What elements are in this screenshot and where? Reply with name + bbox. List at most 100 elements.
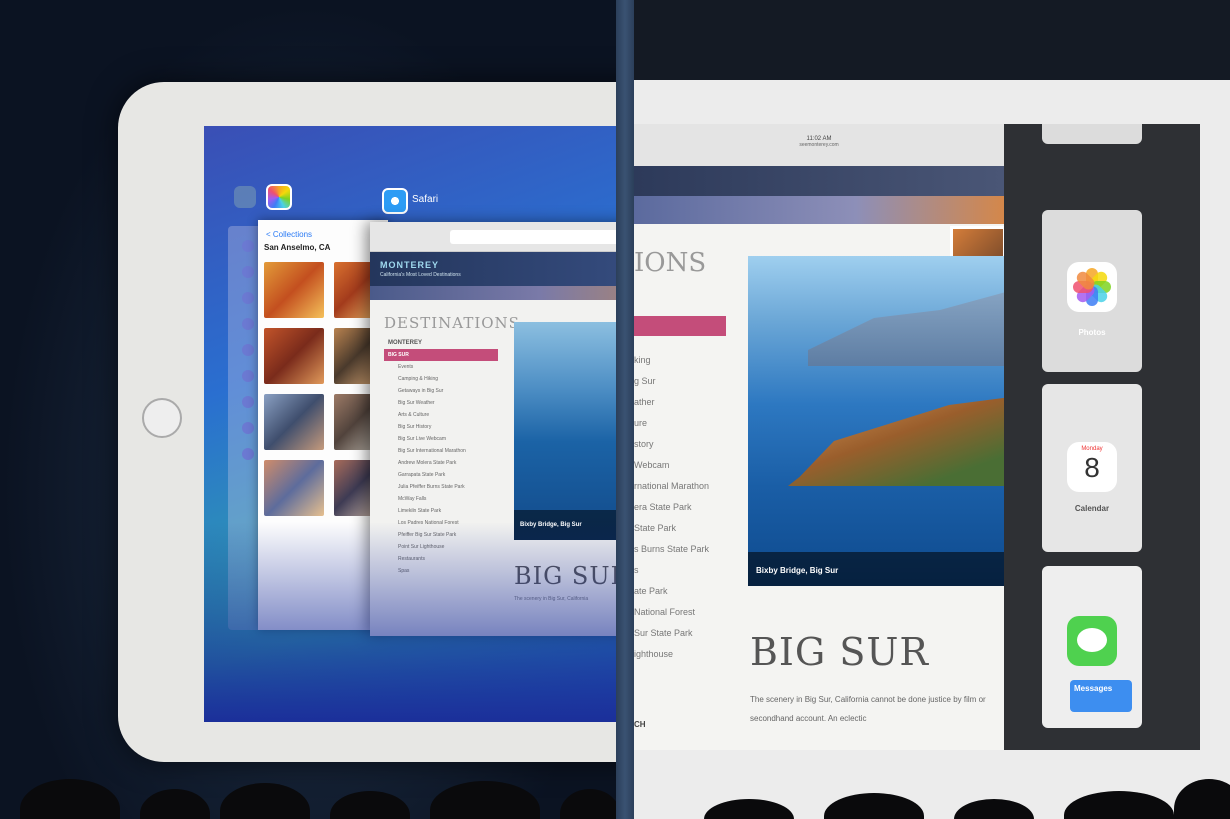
destinations-nav: DESTINATIONS MONTEREY BIG SUR Events Camp… xyxy=(384,314,519,577)
back-link[interactable]: < Collections xyxy=(258,220,388,243)
list-dot xyxy=(242,266,254,278)
speech-bubble-icon xyxy=(1077,628,1107,652)
audience-head xyxy=(1064,791,1174,819)
photos-icon[interactable] xyxy=(1067,262,1117,312)
safari-app-card[interactable]: MONTEREY California's Most Loved Destina… xyxy=(370,222,616,636)
safari-app-label: Safari xyxy=(412,194,439,205)
nav-item[interactable]: s xyxy=(634,560,709,581)
nav-item[interactable]: g Sur xyxy=(634,371,709,392)
app-label: Calendar xyxy=(1074,504,1110,513)
audience-head xyxy=(560,789,616,819)
nav-item[interactable]: ighthouse xyxy=(634,644,709,665)
nav-item[interactable]: rnational Marathon xyxy=(634,476,709,497)
nav-item[interactable]: Limekiln State Park xyxy=(384,505,498,517)
ipad-frame: 11:02 AM seemonterey.com IONS king g Sur a… xyxy=(634,80,1230,819)
hero-photo: Bixby Bridge, Big Sur xyxy=(514,322,616,540)
photo-thumbnail[interactable] xyxy=(264,328,324,384)
nav-item[interactable]: Big Sur Live Webcam xyxy=(384,433,498,445)
app-card[interactable] xyxy=(1042,124,1142,144)
list-dot xyxy=(242,344,254,356)
nav-item[interactable]: Point Sur Lighthouse xyxy=(384,541,498,553)
nav-item[interactable]: Big Sur History xyxy=(384,421,498,433)
photo-thumbnail[interactable] xyxy=(264,262,324,318)
list-dot xyxy=(242,396,254,408)
app-label: Photos xyxy=(1078,328,1106,337)
audience-head xyxy=(330,791,410,819)
section-heading: CH xyxy=(634,720,646,729)
safari-icon[interactable] xyxy=(382,188,408,214)
url-field[interactable] xyxy=(450,230,616,244)
photo-caption: Bixby Bridge, Big Sur xyxy=(514,510,616,540)
messages-icon[interactable] xyxy=(1067,616,1117,666)
nav-item[interactable]: Garrapata State Park xyxy=(384,469,498,481)
left-photo-panel: Safari < Collections San Anselmo, CA MON… xyxy=(0,0,616,819)
status-time: 11:02 AM xyxy=(806,136,832,142)
nav-item[interactable]: National Forest xyxy=(634,602,709,623)
nav-item[interactable]: Julia Pfeiffer Burns State Park xyxy=(384,481,498,493)
list-dot xyxy=(242,240,254,252)
app-switcher-screen: Safari < Collections San Anselmo, CA MON… xyxy=(204,126,616,722)
nav-item[interactable]: Arts & Culture xyxy=(384,409,498,421)
nav-item[interactable]: Andrew Molera State Park xyxy=(384,457,498,469)
nav-item[interactable]: ate Park xyxy=(634,581,709,602)
nav-item[interactable]: s Burns State Park xyxy=(634,539,709,560)
nav-item-active[interactable] xyxy=(634,316,726,336)
body-text: The scenery in Big Sur, California xyxy=(514,596,589,602)
city-heading: MONTEREY xyxy=(388,340,423,346)
nav-item[interactable]: Big Sur Weather xyxy=(384,397,498,409)
messages-app-card[interactable]: Messages xyxy=(1042,566,1142,728)
list-dot xyxy=(242,370,254,382)
page-heading: BIG SUR xyxy=(514,562,616,590)
nav-item[interactable]: Sur State Park xyxy=(634,623,709,644)
slide-over-app-picker: Photos Monday 8 Calendar Messages xyxy=(1004,124,1200,750)
audience-head xyxy=(824,793,924,819)
nav-item-active[interactable]: BIG SUR xyxy=(384,349,498,361)
hero-photo: Bixby Bridge, Big Sur xyxy=(748,256,1004,586)
home-button[interactable] xyxy=(142,398,182,438)
app-icon[interactable] xyxy=(234,186,256,208)
nav-item[interactable]: State Park xyxy=(634,518,709,539)
safari-toolbar xyxy=(370,222,616,252)
audience-head xyxy=(1174,779,1230,819)
status-bar: 11:02 AM seemonterey.com xyxy=(634,124,1004,166)
site-logo[interactable]: MONTEREY xyxy=(380,260,439,270)
list-dot xyxy=(242,448,254,460)
site-header xyxy=(634,166,1004,196)
audience-heads xyxy=(634,759,1230,819)
nav-item[interactable]: Getaways in Big Sur xyxy=(384,385,498,397)
list-dot xyxy=(242,292,254,304)
nav-item[interactable]: Los Padres National Forest xyxy=(384,517,498,529)
nav-item[interactable]: Restaurants xyxy=(384,553,498,565)
calendar-icon[interactable]: Monday 8 xyxy=(1067,442,1117,492)
calendar-day: Monday xyxy=(1081,446,1103,452)
nav-item[interactable]: Pfeiffer Big Sur State Park xyxy=(384,529,498,541)
nav-item[interactable]: king xyxy=(634,350,709,371)
right-photo-panel: 11:02 AM seemonterey.com IONS king g Sur a… xyxy=(634,0,1230,819)
nav-item[interactable]: McWay Falls xyxy=(384,493,498,505)
nav-item[interactable]: story xyxy=(634,434,709,455)
site-header: MONTEREY California's Most Loved Destina… xyxy=(370,252,616,286)
nav-item[interactable]: Webcam xyxy=(634,455,709,476)
photos-icon[interactable] xyxy=(266,184,292,210)
audience-head xyxy=(704,799,794,819)
audience-heads xyxy=(0,759,616,819)
photo-thumbnail[interactable] xyxy=(264,394,324,450)
nav-item[interactable]: ather xyxy=(634,392,709,413)
nav-item[interactable]: era State Park xyxy=(634,497,709,518)
list-dot xyxy=(242,422,254,434)
photo-thumbnail[interactable] xyxy=(264,460,324,516)
photos-app-card[interactable]: Photos xyxy=(1042,210,1142,372)
nav-item[interactable]: Camping & Hiking xyxy=(384,373,498,385)
nav-item[interactable]: Big Sur International Marathon xyxy=(384,445,498,457)
audience-head xyxy=(954,799,1034,819)
calendar-app-card[interactable]: Monday 8 Calendar xyxy=(1042,384,1142,552)
nav-item[interactable]: Events xyxy=(384,361,498,373)
status-url[interactable]: seemonterey.com xyxy=(634,142,1004,148)
page-heading: BIG SUR xyxy=(750,630,930,674)
ipad-frame: Safari < Collections San Anselmo, CA MON… xyxy=(118,82,616,762)
nav-item[interactable]: Spas xyxy=(384,565,498,577)
nav-item[interactable]: ure xyxy=(634,413,709,434)
hills xyxy=(808,286,1004,366)
photos-app-card[interactable]: < Collections San Anselmo, CA xyxy=(258,220,388,630)
audience-head xyxy=(430,781,540,819)
